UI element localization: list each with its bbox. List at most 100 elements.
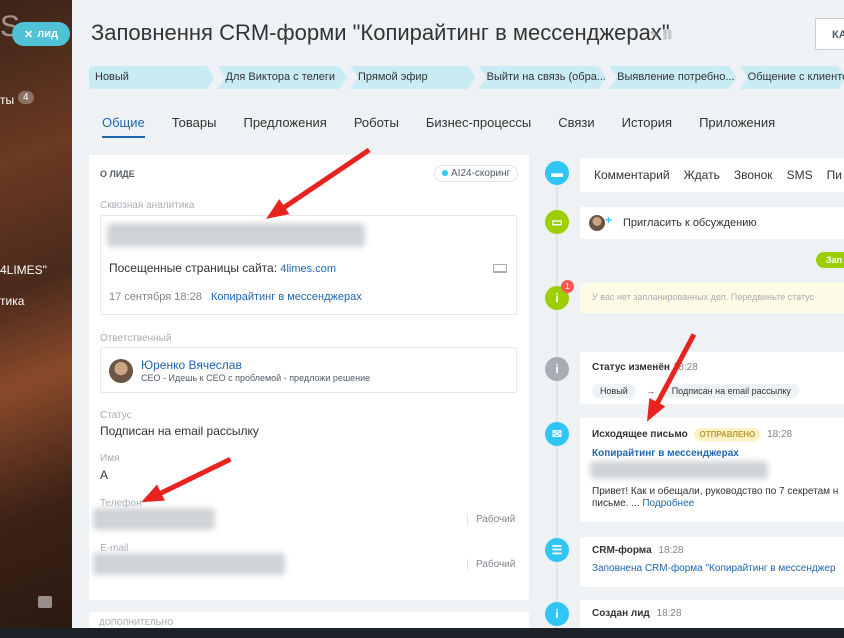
status-from: Новый (592, 384, 636, 398)
email-body-line: Привет! Как и обещали, руководство по 7 … (592, 486, 839, 497)
created-time: 18:28 (656, 608, 682, 619)
visited-pages: Посещенные страницы сайта: 4limes.com (109, 261, 336, 275)
visited-label: Посещенные страницы сайта: (109, 261, 278, 275)
status-change-label: Статус изменён (592, 362, 670, 373)
page-title: Заповнення CRM-форми "Копирайтинг в месс… (91, 20, 670, 45)
tab-robots[interactable]: Роботы (354, 115, 399, 138)
tab-bar: Общие Товары Предложения Роботы Бизнес-п… (102, 115, 802, 138)
email-header: Исходящее письмо ОТПРАВЛЕНО 18:28 (592, 428, 792, 441)
stage-item[interactable]: Новый (89, 66, 215, 89)
info-icon: i (545, 357, 569, 381)
taskbar (0, 628, 844, 638)
plus-icon: + (605, 213, 613, 227)
notification-counter: 1 (561, 280, 574, 293)
stage-item[interactable]: Выявление потребно... (609, 66, 737, 89)
tab-history[interactable]: История (622, 115, 672, 138)
action-wait[interactable]: Ждать (684, 168, 720, 182)
stage-item[interactable]: Общение с клиентом (740, 66, 844, 89)
blurred-email (93, 553, 285, 575)
email-body-line: письме. ... Подробнее (592, 498, 694, 509)
read-more-link[interactable]: Подробнее (642, 498, 694, 509)
field-label: Сквозная аналитика (100, 200, 195, 211)
email-body-end: письме. ... (592, 498, 640, 509)
ai-scoring-button[interactable]: AI24-скоринг (434, 165, 519, 182)
laptop-icon (493, 264, 507, 273)
action-call[interactable]: Звонок (734, 168, 773, 182)
email-type: Рабочий (467, 559, 515, 570)
field-label: Статус (100, 410, 132, 421)
tab-general[interactable]: Общие (102, 115, 145, 138)
email-title: Исходящее письмо (592, 429, 688, 440)
ai-icon (442, 170, 448, 176)
tab-business-processes[interactable]: Бизнес-процессы (426, 115, 531, 138)
status-badge: ОТПРАВЛЕНО (694, 428, 761, 441)
link-icon[interactable]: ⛓ (661, 30, 674, 41)
avatar[interactable] (109, 359, 133, 383)
field-label: Ответственный (100, 333, 172, 344)
created-title: Создан лид (592, 608, 650, 619)
ai-scoring-label: AI24-скоринг (451, 168, 511, 179)
form-icon: ☰ (545, 538, 569, 562)
name-value: А (100, 468, 109, 482)
email-card: Исходящее письмо ОТПРАВЛЕНО 18:28 Копира… (580, 418, 844, 522)
form-time: 18:28 (658, 545, 684, 556)
email-time: 18:28 (767, 429, 793, 440)
mail-icon: ✉ (545, 422, 569, 446)
tab-offers[interactable]: Предложения (243, 115, 326, 138)
phone-type: Рабочий (467, 514, 515, 525)
notice-text: У вас нет запланированных дел. Передвинь… (592, 292, 815, 302)
title-actions: ✎ ⛓ (650, 30, 674, 41)
visit-date: 17 сентября 18:28 (109, 291, 202, 303)
stage-bar: Новый Для Виктора с телеги Прямой эфир В… (89, 66, 844, 89)
created-header: Создан лид 18:28 (592, 608, 682, 619)
lead-button-label: лид (37, 28, 58, 40)
avatar (589, 215, 605, 231)
sidebar-item-label[interactable]: ты (0, 93, 14, 107)
form-title: CRM-форма (592, 545, 652, 556)
crm-form-card: CRM-форма 18:28 Заповнена CRM-форма "Коп… (580, 537, 844, 587)
tab-applications[interactable]: Приложения (699, 115, 775, 138)
visit-row: 17 сентября 18:28 Копирайтинг в мессендж… (109, 291, 362, 303)
blurred-recipient (590, 461, 768, 479)
status-change-pills: Новый → Подписан на email рассылку (592, 381, 805, 399)
action-more[interactable]: Пи (827, 168, 842, 182)
tab-links[interactable]: Связи (558, 115, 594, 138)
sidebar-counter-badge: 4 (18, 91, 34, 104)
form-text[interactable]: Заповнена CRM-форма "Копирайтинг в мессе… (592, 563, 836, 574)
section-title: О ЛИДЕ (100, 169, 135, 179)
visit-page-link[interactable]: Копирайтинг в мессенджерах (211, 291, 362, 303)
stage-item[interactable]: Для Виктора с телеги (218, 66, 347, 89)
responsible-position: CEO - Идешь к CEO с проблемой - предложи… (141, 373, 371, 383)
top-right-button[interactable]: КА (815, 18, 844, 50)
close-lead-button[interactable]: ✕ лид (12, 22, 70, 46)
form-header: CRM-форма 18:28 (592, 545, 683, 556)
sidebar-company-name[interactable]: 4LIMES" (0, 263, 47, 277)
arrow-right-icon: → (646, 386, 656, 396)
info-icon: i (545, 602, 569, 626)
comment-icon: ▬ (545, 161, 569, 185)
left-sidebar: S ты 4 4LIMES" тика (0, 0, 72, 628)
sidebar-item-analytics[interactable]: тика (0, 294, 24, 308)
created-card: Создан лид 18:28 (580, 600, 844, 628)
edit-icon[interactable]: ✎ (650, 30, 658, 41)
notice-card: У вас нет запланированных дел. Передвинь… (580, 283, 844, 313)
visited-link[interactable]: 4limes.com (280, 263, 336, 275)
section-title: ДОПОЛНИТЕЛЬНО (99, 618, 174, 627)
status-value: Подписан на email рассылку (100, 424, 259, 438)
status-change-title: Статус изменён 18:28 (592, 362, 698, 373)
stage-item[interactable]: Прямой эфир (350, 66, 476, 89)
invite-card[interactable]: + Пригласить к обсуждению (580, 207, 844, 239)
close-icon: ✕ (24, 28, 34, 41)
print-icon[interactable] (38, 596, 52, 608)
status-tag[interactable]: Зап (816, 252, 844, 268)
action-comment[interactable]: Комментарий (594, 168, 670, 182)
invite-label: Пригласить к обсуждению (623, 217, 757, 229)
tab-products[interactable]: Товары (172, 115, 217, 138)
lead-details-card: О ЛИДЕ AI24-скоринг Сквозная аналитика П… (89, 155, 529, 600)
blurred-source (107, 223, 365, 247)
email-subject[interactable]: Копирайтинг в мессенджерах (592, 448, 739, 459)
responsible-name[interactable]: Юренко Вячеслав (141, 358, 242, 372)
action-sms[interactable]: SMS (787, 168, 813, 182)
blurred-phone (93, 508, 215, 530)
stage-item[interactable]: Выйти на связь (обра... (479, 66, 607, 89)
